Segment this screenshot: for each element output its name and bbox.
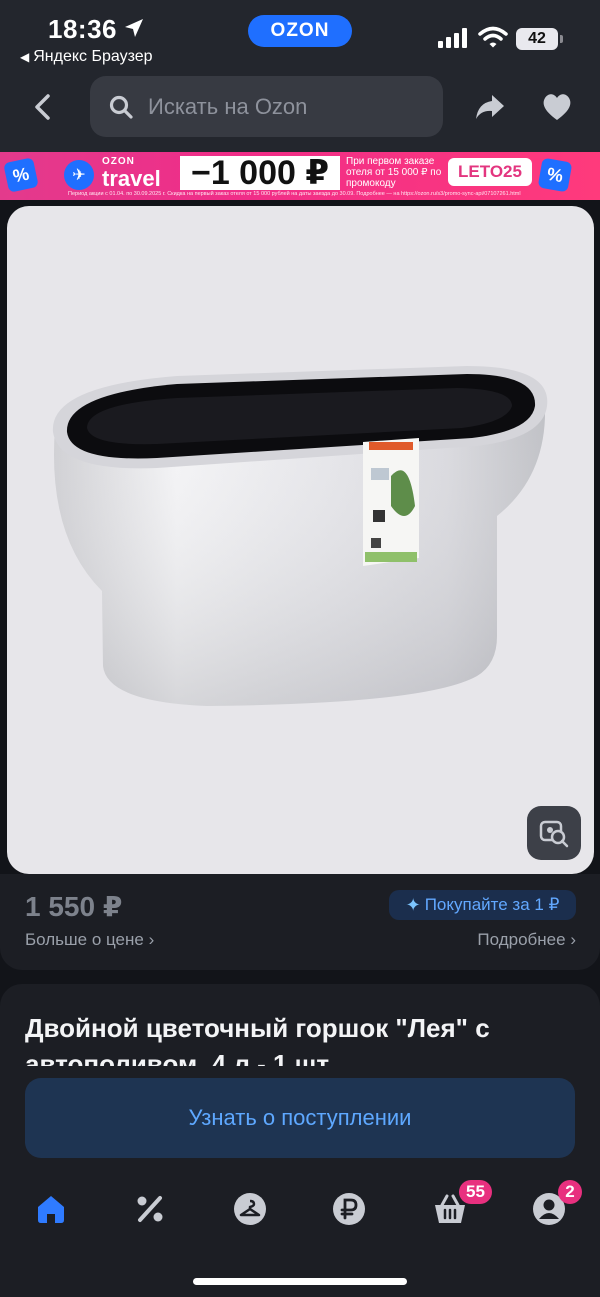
back-arrow-icon[interactable] xyxy=(28,92,58,122)
product-image xyxy=(52,366,548,706)
notify-availability-button[interactable]: Узнать о поступлении xyxy=(25,1078,575,1158)
discount-percent-icon[interactable] xyxy=(133,1192,167,1226)
cart-count-badge: 55 xyxy=(459,1180,492,1204)
banner-fine-print: Период акции с 01.04. по 30.09.2025 г. С… xyxy=(68,191,521,197)
more-price-label: Больше о цене xyxy=(25,930,144,949)
ruble-icon[interactable] xyxy=(332,1192,366,1226)
bottom-navigation: 55 2 xyxy=(0,1170,600,1297)
back-to-app-link[interactable]: ◀ Яндекс Браузер xyxy=(20,48,153,66)
ozon-logo: OZON xyxy=(248,15,352,47)
cart-nav-item[interactable]: 55 xyxy=(433,1180,492,1226)
price-section: 1 550 ₽ ✦ Покупайте за 1 ₽ Больше о цене … xyxy=(0,874,600,970)
buy-for-1-ruble-badge[interactable]: ✦ Покупайте за 1 ₽ xyxy=(389,890,576,920)
profile-nav-item[interactable]: 2 xyxy=(532,1180,582,1226)
sparkle-icon: ✦ xyxy=(405,894,421,915)
clock: 18:36 xyxy=(48,14,117,44)
image-search-icon xyxy=(539,820,569,848)
more-about-price-link[interactable]: Больше о цене › xyxy=(25,930,154,950)
share-icon[interactable] xyxy=(474,92,506,122)
battery-indicator: 42 xyxy=(516,28,563,50)
heart-icon[interactable] xyxy=(541,92,573,122)
banner-promo-code: LETO25 xyxy=(448,158,532,186)
back-triangle-icon: ◀ xyxy=(20,50,30,64)
promo-banner[interactable]: % ✈ OZON travel −1 000 ₽ При первом зака… xyxy=(0,152,600,200)
profile-notification-badge: 2 xyxy=(558,1180,582,1204)
header: Искать на Ozon xyxy=(0,76,600,152)
product-image-gallery[interactable] xyxy=(7,206,594,874)
banner-condition: При первом заказе отеля от 15 000 ₽ по п… xyxy=(346,156,442,189)
product-price: 1 550 ₽ xyxy=(25,891,123,922)
search-placeholder: Искать на Ozon xyxy=(148,93,308,119)
details-link[interactable]: Подробнее › xyxy=(477,930,576,950)
details-label: Подробнее xyxy=(477,930,566,949)
percent-badge-icon: % xyxy=(3,157,39,193)
location-arrow-icon xyxy=(125,19,143,37)
search-input[interactable]: Искать на Ozon xyxy=(90,76,443,137)
product-label-sticker xyxy=(363,438,419,566)
chevron-right-icon: › xyxy=(148,930,155,949)
chevron-right-icon: › xyxy=(570,930,576,949)
image-search-button[interactable] xyxy=(527,806,581,860)
back-app-label: Яндекс Браузер xyxy=(33,48,153,65)
home-icon[interactable] xyxy=(34,1192,68,1226)
home-indicator xyxy=(193,1278,407,1285)
banner-amount: −1 000 ₽ xyxy=(180,156,340,190)
status-bar: 18:36 ◀ Яндекс Браузер OZON 42 xyxy=(0,0,600,76)
search-icon xyxy=(109,95,133,119)
wifi-icon xyxy=(478,26,508,48)
banner-product: travel xyxy=(102,166,161,191)
product-title-card: Двойной цветочный горшок "Лея" с автопол… xyxy=(0,984,600,1066)
percent-badge-icon: % xyxy=(537,157,573,193)
fresh-hanger-icon[interactable] xyxy=(233,1192,267,1226)
action-bar: Узнать о поступлении xyxy=(0,1066,600,1170)
promo-label: Покупайте за 1 ₽ xyxy=(424,895,560,914)
airplane-icon: ✈ xyxy=(64,160,94,190)
cellular-signal-icon xyxy=(438,28,467,48)
product-title: Двойной цветочный горшок "Лея" с автопол… xyxy=(25,1013,490,1066)
